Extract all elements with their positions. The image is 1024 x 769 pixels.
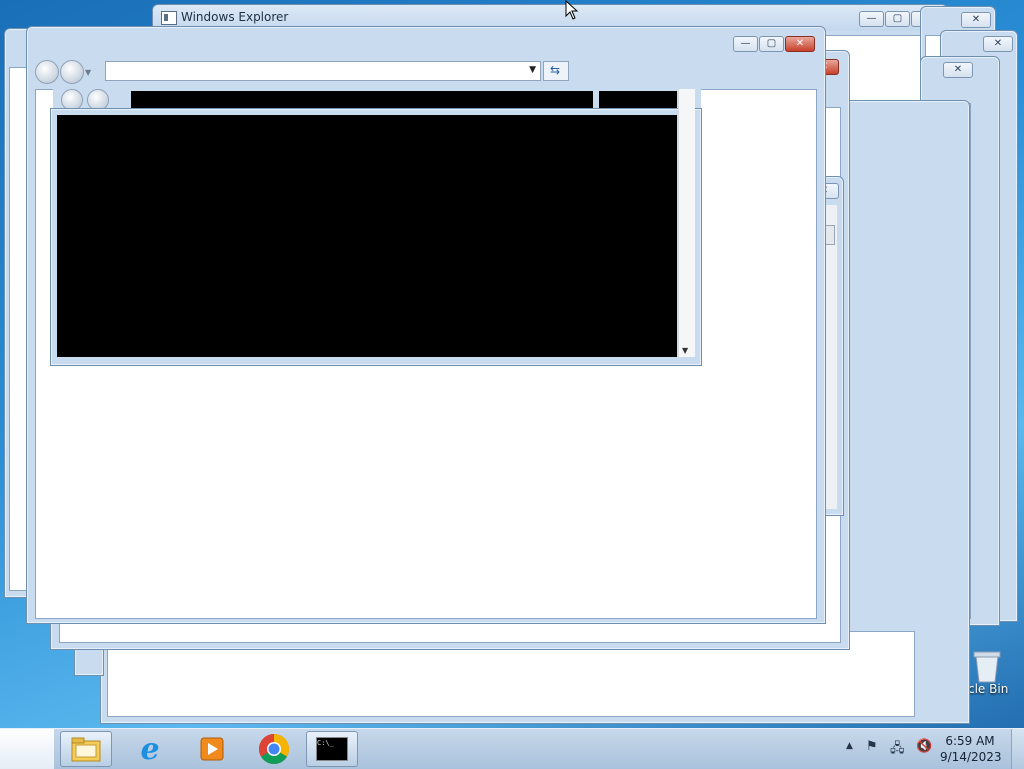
vertical-scrollbar[interactable]: ▼ — [678, 89, 695, 357]
console-window[interactable]: ▼ — [50, 89, 702, 366]
minimize-button[interactable]: — — [733, 36, 758, 52]
clock-date: 9/14/2023 — [940, 750, 1002, 764]
action-center-icon[interactable]: ⚑ — [866, 739, 878, 754]
start-area — [0, 729, 54, 769]
folder-icon — [71, 737, 101, 762]
volume-muted-icon[interactable]: 🔇 — [916, 739, 932, 754]
address-dropdown-icon[interactable]: ▼ — [529, 65, 536, 75]
recycle-bin-icon[interactable]: cle Bin — [966, 648, 1024, 704]
close-button[interactable]: ✕ — [983, 36, 1013, 52]
mouse-cursor-icon — [565, 0, 579, 20]
recycle-bin-label: cle Bin — [968, 682, 1009, 696]
taskbar-explorer-button[interactable] — [60, 731, 112, 767]
refresh-button[interactable]: ⇆ — [543, 61, 569, 81]
network-icon[interactable]: 🖧 — [890, 739, 905, 761]
show-hidden-icons-button[interactable]: ▲ — [846, 741, 853, 751]
maximize-button[interactable]: ▢ — [885, 11, 910, 27]
taskbar-ie-button[interactable]: e — [124, 731, 176, 767]
close-button[interactable]: ✕ — [961, 12, 991, 28]
refresh-icon: ⇆ — [550, 63, 561, 77]
scroll-down-icon[interactable]: ▼ — [682, 346, 688, 355]
navigation-bar: ▼ — [35, 59, 91, 85]
chrome-icon — [258, 734, 290, 765]
forward-button[interactable] — [60, 60, 84, 84]
bin-icon — [973, 651, 1001, 683]
explorer-window-icon — [161, 11, 177, 25]
close-button[interactable]: ✕ — [785, 36, 815, 52]
system-clock[interactable]: 6:59 AM 9/14/2023 — [940, 733, 1002, 765]
close-button[interactable]: ✕ — [943, 62, 973, 78]
console-strip — [131, 91, 593, 109]
internet-explorer-icon: e — [140, 731, 160, 767]
console-strip — [599, 91, 677, 109]
taskbar-cmd-button[interactable]: C:\_ — [306, 731, 358, 767]
address-bar[interactable]: ▼ — [105, 61, 541, 81]
taskbar: e C:\_ ▲ ⚑ 🖧 🔇 6:59 AM 9/14/2023 — [0, 728, 1024, 769]
console-area[interactable] — [57, 115, 677, 357]
command-prompt-icon: C:\_ — [316, 737, 348, 761]
maximize-button[interactable]: ▢ — [759, 36, 784, 52]
clock-time: 6:59 AM — [945, 734, 995, 748]
back-button[interactable] — [35, 60, 59, 84]
taskbar-media-player-button[interactable] — [186, 731, 238, 767]
taskbar-chrome-button[interactable] — [248, 731, 300, 767]
show-desktop-button[interactable] — [1011, 729, 1024, 769]
media-player-icon — [200, 737, 224, 761]
window-title: Windows Explorer — [181, 10, 289, 24]
recent-pages-icon[interactable]: ▼ — [85, 68, 91, 77]
minimize-button[interactable]: — — [859, 11, 884, 27]
